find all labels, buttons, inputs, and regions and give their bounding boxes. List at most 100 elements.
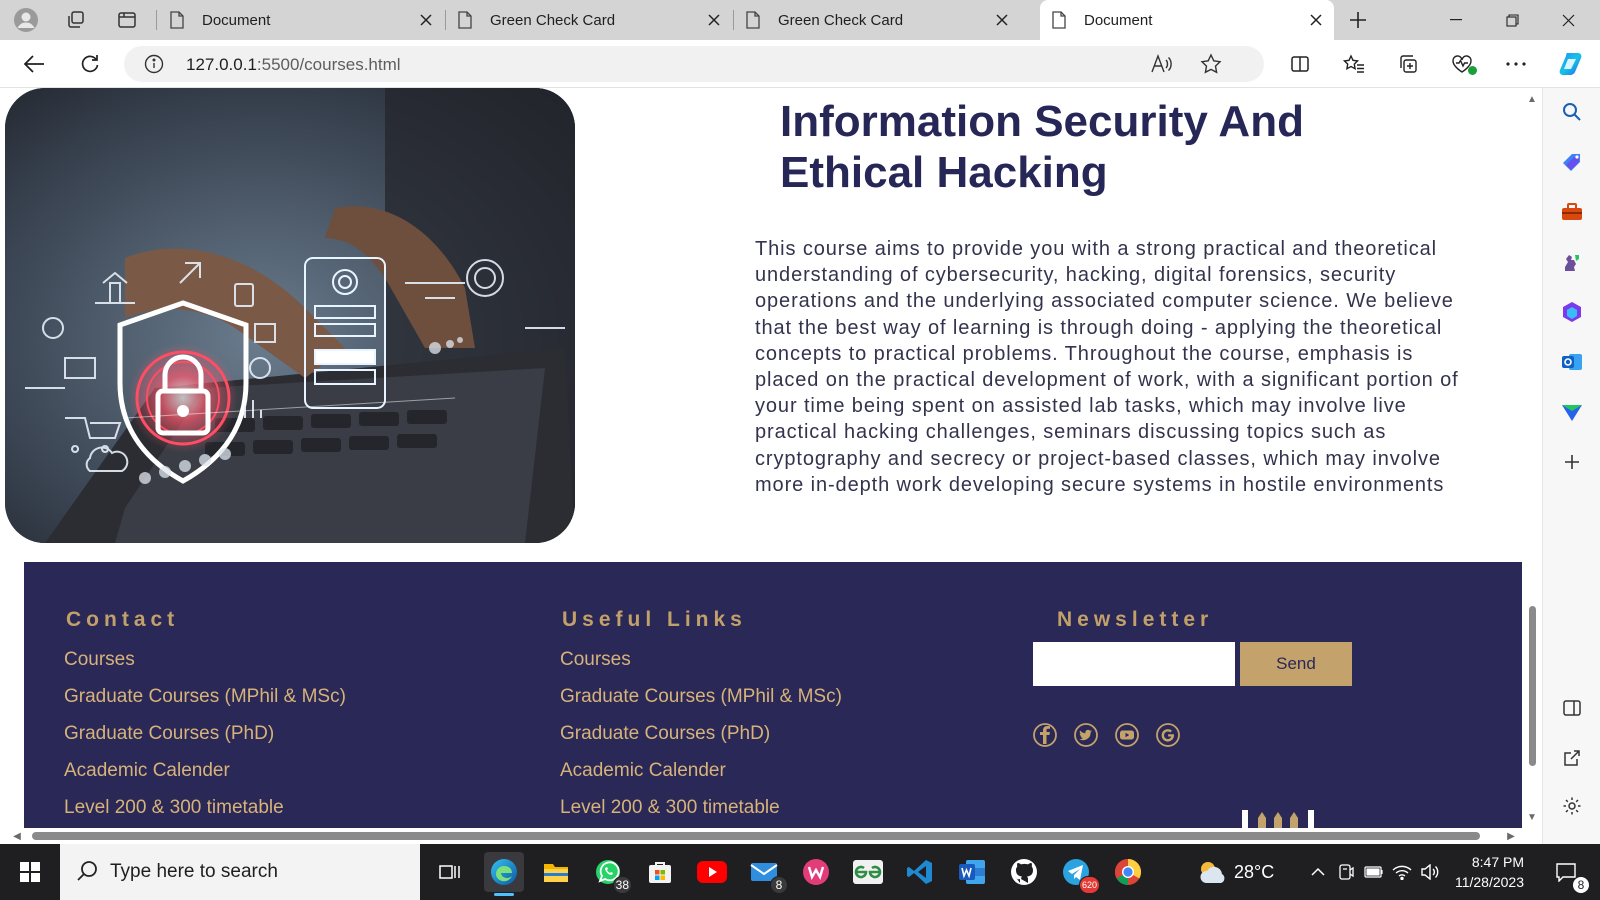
- settings-gear-icon[interactable]: [1560, 794, 1584, 818]
- external-link-icon[interactable]: [1560, 746, 1584, 770]
- useful-link-timetable[interactable]: Level 200 & 300 timetable: [560, 797, 780, 819]
- twitter-icon[interactable]: [1073, 722, 1099, 748]
- minimize-icon[interactable]: [1428, 0, 1484, 40]
- horizontal-scrollbar[interactable]: ◀ ▶: [0, 828, 1522, 844]
- favorite-star-icon[interactable]: [1200, 53, 1222, 80]
- useful-link-academic-calender[interactable]: Academic Calender: [560, 760, 726, 782]
- site-info-icon[interactable]: [144, 54, 164, 79]
- battery-icon[interactable]: [1360, 858, 1388, 886]
- meet-now-icon[interactable]: [1332, 858, 1360, 886]
- close-icon[interactable]: [706, 12, 722, 28]
- show-hidden-icons-chevron-icon[interactable]: [1304, 858, 1332, 886]
- new-tab-icon[interactable]: [1342, 4, 1374, 36]
- notifications-icon[interactable]: 8: [1546, 852, 1590, 894]
- geeksforgeeks-icon[interactable]: [848, 852, 888, 892]
- notifications-badge: 8: [1572, 876, 1590, 894]
- facebook-icon[interactable]: [1032, 722, 1058, 748]
- more-options-icon[interactable]: [1500, 48, 1532, 80]
- horizontal-scroll-thumb[interactable]: [32, 832, 1480, 840]
- close-icon[interactable]: [418, 12, 434, 28]
- profile-icon[interactable]: [10, 4, 42, 36]
- vertical-scrollbar[interactable]: ▲ ▼: [1522, 88, 1542, 828]
- site-footer: Contact Courses Graduate Courses (MPhil …: [24, 562, 1526, 828]
- youtube-taskbar-icon[interactable]: [692, 852, 732, 892]
- course-title: Information Security And Ethical Hacking: [780, 97, 1304, 197]
- windows-start-icon[interactable]: [0, 844, 60, 900]
- useful-links-heading: Useful Links: [562, 608, 747, 631]
- contact-link-graduate-mphil-msc[interactable]: Graduate Courses (MPhil & MSc): [64, 686, 346, 708]
- add-sidebar-app-icon[interactable]: [1560, 450, 1584, 474]
- contact-link-courses[interactable]: Courses: [64, 649, 135, 671]
- scroll-up-arrow-icon[interactable]: ▲: [1527, 94, 1537, 105]
- address-toolbar: 127.0.0.1:5500/courses.html: [0, 40, 1600, 88]
- contact-link-timetable[interactable]: Level 200 & 300 timetable: [64, 797, 284, 819]
- google-icon[interactable]: [1155, 722, 1181, 748]
- taskbar-search-box[interactable]: Type here to search: [60, 844, 420, 900]
- word-icon[interactable]: [952, 852, 992, 892]
- refresh-icon[interactable]: [74, 48, 106, 80]
- youtube-icon[interactable]: [1114, 722, 1140, 748]
- search-icon: [76, 860, 98, 887]
- contact-link-graduate-phd[interactable]: Graduate Courses (PhD): [64, 723, 274, 745]
- restore-icon[interactable]: [1484, 0, 1540, 40]
- tools-icon[interactable]: [1560, 200, 1584, 224]
- close-icon[interactable]: [994, 12, 1010, 28]
- github-icon[interactable]: [1004, 852, 1044, 892]
- outlook-icon[interactable]: [1560, 350, 1584, 374]
- split-screen-icon[interactable]: [1284, 48, 1316, 80]
- microsoft-store-icon[interactable]: [640, 852, 680, 892]
- document-icon: [1052, 11, 1066, 29]
- useful-link-graduate-mphil-msc[interactable]: Graduate Courses (MPhil & MSc): [560, 686, 842, 708]
- vscode-icon[interactable]: [900, 852, 940, 892]
- edge-taskbar-icon[interactable]: [484, 852, 524, 896]
- tab-label: Document: [1084, 11, 1153, 29]
- address-bar[interactable]: 127.0.0.1:5500/courses.html: [124, 46, 1264, 82]
- tab-green-check-card-1[interactable]: Green Check Card: [446, 0, 732, 40]
- browser-essentials-icon[interactable]: [1446, 48, 1478, 80]
- edge-sidebar: [1542, 88, 1600, 844]
- collections-icon[interactable]: [1392, 48, 1424, 80]
- read-aloud-icon[interactable]: [1150, 54, 1172, 79]
- scroll-left-arrow-icon[interactable]: ◀: [12, 831, 22, 842]
- hide-sidebar-icon[interactable]: [1560, 696, 1584, 720]
- favorites-icon[interactable]: [1338, 48, 1370, 80]
- windows-taskbar: Type here to search 38 8 620 28°C 8:47 P…: [0, 844, 1600, 900]
- close-icon[interactable]: [1308, 12, 1324, 28]
- back-icon[interactable]: [18, 48, 50, 80]
- copilot-icon[interactable]: [1556, 48, 1588, 80]
- tab-label: Document: [202, 11, 271, 29]
- tab-green-check-card-2[interactable]: Green Check Card: [734, 0, 1020, 40]
- vertical-scroll-thumb[interactable]: [1529, 606, 1536, 766]
- whatsapp-icon[interactable]: 38: [588, 852, 632, 894]
- shopping-tag-icon[interactable]: [1560, 150, 1584, 174]
- wps-office-icon[interactable]: [796, 852, 836, 892]
- tab-actions-icon[interactable]: [111, 4, 143, 36]
- close-window-icon[interactable]: [1540, 0, 1596, 40]
- system-clock[interactable]: 8:47 PM 11/28/2023: [1452, 852, 1524, 892]
- chrome-icon[interactable]: [1108, 852, 1148, 892]
- newsletter-heading: Newsletter: [1057, 608, 1214, 631]
- tab-document-1[interactable]: Document: [158, 0, 444, 40]
- url-text[interactable]: 127.0.0.1:5500/courses.html: [186, 55, 401, 75]
- scroll-right-arrow-icon[interactable]: ▶: [1506, 831, 1516, 842]
- telegram-icon[interactable]: 620: [1056, 852, 1100, 894]
- useful-link-courses[interactable]: Courses: [560, 649, 631, 671]
- drop-send-icon[interactable]: [1560, 400, 1584, 424]
- games-icon[interactable]: [1560, 250, 1584, 274]
- volume-icon[interactable]: [1416, 858, 1444, 886]
- weather-widget[interactable]: 28°C: [1196, 844, 1274, 900]
- file-explorer-icon[interactable]: [536, 852, 576, 892]
- sidebar-search-icon[interactable]: [1560, 100, 1584, 124]
- mail-icon[interactable]: 8: [744, 852, 788, 894]
- newsletter-email-input[interactable]: [1033, 642, 1235, 686]
- tab-document-active[interactable]: Document: [1040, 0, 1334, 40]
- task-view-icon[interactable]: [430, 852, 470, 892]
- useful-link-graduate-phd[interactable]: Graduate Courses (PhD): [560, 723, 770, 745]
- wifi-icon[interactable]: [1388, 858, 1416, 886]
- url-path: :5500/courses.html: [256, 55, 401, 74]
- microsoft-365-icon[interactable]: [1560, 300, 1584, 324]
- scroll-down-arrow-icon[interactable]: ▼: [1527, 812, 1537, 823]
- contact-link-academic-calender[interactable]: Academic Calender: [64, 760, 230, 782]
- workspaces-icon[interactable]: [60, 4, 92, 36]
- newsletter-send-button[interactable]: Send: [1240, 642, 1352, 686]
